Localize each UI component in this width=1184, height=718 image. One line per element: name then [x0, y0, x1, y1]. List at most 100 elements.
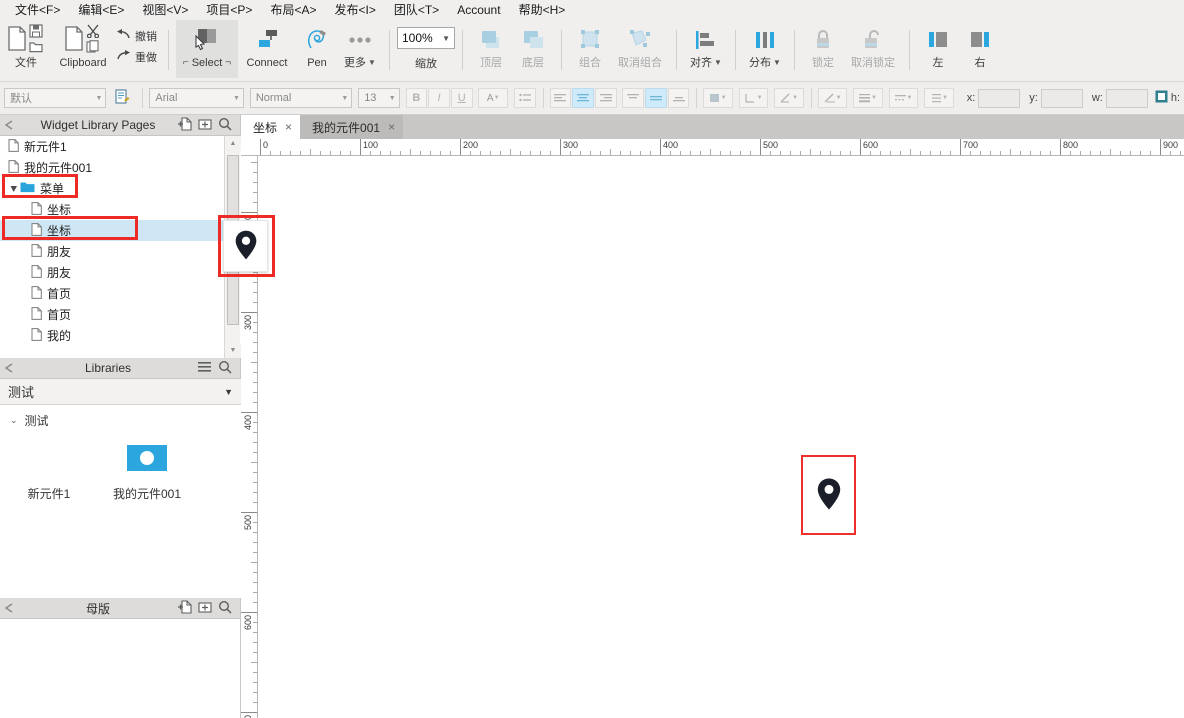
collapse-icon[interactable] [0, 603, 18, 613]
menu-item-layout[interactable]: 布局<A> [261, 1, 325, 19]
distribute-button[interactable]: 分布 ▼ [743, 20, 787, 78]
align-right-button[interactable]: 右 [959, 20, 1001, 78]
clipboard-toolbar-button[interactable]: Clipboard [52, 20, 114, 78]
tree-item-5[interactable]: 朋友 [0, 241, 241, 262]
tab-label: 我的元件001 [312, 119, 380, 136]
horizontal-ruler[interactable]: 0100200300400500600700800900 [241, 139, 1184, 156]
tree-item-0[interactable]: 新元件1 [0, 136, 241, 157]
bring-front-button[interactable]: 顶层 [470, 20, 512, 78]
tree-item-4[interactable]: 坐标 [0, 220, 241, 241]
menu-item-view[interactable]: 视图<V> [133, 1, 197, 19]
menu-item-help[interactable]: 帮助<H> [510, 1, 575, 19]
ruler-tick [360, 139, 361, 155]
align-left-button[interactable]: 左 [917, 20, 959, 78]
selected-pin-widget[interactable] [801, 455, 856, 535]
search-icon[interactable] [218, 117, 232, 134]
underline-button[interactable]: U [451, 88, 473, 108]
line-width-button[interactable]: ▼ [818, 88, 848, 108]
menu-item-project[interactable]: 项目<P> [197, 1, 261, 19]
tab-1[interactable]: 我的元件001 × [300, 115, 403, 139]
design-canvas[interactable] [258, 156, 1184, 718]
font-weight-select[interactable]: Normal ▼ [250, 88, 352, 108]
valign-middle-button[interactable] [645, 88, 667, 108]
open-folder-icon [29, 41, 43, 56]
tree-item-8[interactable]: 首页 [0, 304, 241, 325]
hamburger-icon[interactable] [198, 361, 212, 376]
twisty-icon[interactable] [8, 185, 20, 193]
menu-item-team[interactable]: 团队<T> [385, 1, 448, 19]
library-item-0[interactable]: 新元件1 [0, 443, 98, 502]
library-section-header[interactable]: ⌄ 测试 [0, 405, 241, 429]
line-style-button[interactable]: ▼ [853, 88, 883, 108]
select-tool-button[interactable]: ⌐ Select ¬ [176, 20, 238, 78]
align-text-left-button[interactable] [550, 88, 572, 108]
tree-item-3[interactable]: 坐标 [0, 199, 241, 220]
add-page-icon[interactable] [178, 117, 192, 134]
ruler-tick [253, 422, 257, 423]
style-select[interactable]: 默认 ▼ [4, 88, 106, 108]
search-icon[interactable] [218, 600, 232, 617]
library-select[interactable]: 测试 ▼ [0, 379, 241, 405]
tree-item-2[interactable]: 菜单 [0, 178, 241, 199]
add-page-icon[interactable] [178, 600, 192, 617]
tree-item-6[interactable]: 朋友 [0, 262, 241, 283]
copy-icon [86, 40, 100, 57]
more-tools-button[interactable]: 更多 ▼ [338, 20, 382, 78]
lock-aspect-icon[interactable] [1155, 90, 1168, 106]
fill-color-button[interactable]: ▼ [703, 88, 733, 108]
font-color-button[interactable]: A ▼ [478, 88, 508, 108]
tree-item-7[interactable]: 首页 [0, 283, 241, 304]
tab-0[interactable]: 坐标 × [241, 115, 300, 139]
undo-button[interactable]: 撤销 [116, 28, 157, 44]
bullet-list-button[interactable] [514, 88, 536, 108]
font-size-select[interactable]: 13 ▼ [358, 88, 399, 108]
unlock-button[interactable]: 取消锁定 [844, 20, 902, 78]
lock-button[interactable]: 锁定 [802, 20, 844, 78]
align-button[interactable]: 对齐 ▼ [684, 20, 728, 78]
ungroup-button[interactable]: 取消组合 [611, 20, 669, 78]
line-color-button[interactable]: ▼ [774, 88, 804, 108]
x-input[interactable] [978, 89, 1020, 108]
font-family-select[interactable]: Arial ▼ [149, 88, 244, 108]
ruler-label: 600 [863, 140, 878, 150]
bold-button[interactable]: B [406, 88, 428, 108]
pen-tool-button[interactable]: Pen [296, 20, 338, 78]
search-icon[interactable] [218, 360, 232, 377]
close-icon[interactable]: × [285, 120, 292, 134]
menu-item-file[interactable]: 文件<F> [6, 1, 69, 19]
align-text-right-button[interactable] [595, 88, 617, 108]
redo-button[interactable]: 重做 [116, 49, 157, 65]
connect-tool-button[interactable]: Connect [238, 20, 296, 78]
group-button[interactable]: 组合 [569, 20, 611, 78]
pages-tree[interactable]: 新元件1我的元件001菜单坐标坐标朋友朋友首页首页我的 [0, 136, 241, 358]
valign-top-button[interactable] [622, 88, 644, 108]
library-item-1[interactable]: 我的元件001 [98, 443, 196, 502]
chevron-down-icon: ▼ [942, 95, 948, 101]
arrow-style-button[interactable]: ▼ [924, 88, 954, 108]
close-icon[interactable]: × [388, 120, 395, 134]
line-dash-button[interactable]: ▼ [889, 88, 919, 108]
collapse-icon[interactable] [0, 363, 18, 373]
w-input[interactable] [1106, 89, 1148, 108]
tree-item-9[interactable]: 我的 [0, 325, 241, 346]
y-input[interactable] [1041, 89, 1083, 108]
menu-item-account[interactable]: Account [448, 1, 509, 19]
file-toolbar-button[interactable]: 文件 [0, 20, 52, 78]
menu-item-edit[interactable]: 编辑<E> [69, 1, 133, 19]
send-back-button[interactable]: 底层 [512, 20, 554, 78]
tree-item-1[interactable]: 我的元件001 [0, 157, 241, 178]
italic-button[interactable]: I [428, 88, 450, 108]
style-manager-icon[interactable] [114, 89, 130, 108]
menu-item-publish[interactable]: 发布<I> [325, 1, 384, 19]
scroll-up-arrow[interactable]: ▲ [225, 136, 241, 151]
scroll-down-arrow[interactable]: ▼ [225, 343, 241, 358]
valign-bottom-button[interactable] [668, 88, 690, 108]
ruler-tick [560, 139, 561, 155]
collapse-icon[interactable] [0, 120, 18, 130]
add-folder-icon[interactable] [198, 600, 212, 617]
add-folder-icon[interactable] [198, 117, 212, 134]
zoom-select[interactable]: 100% ▼ [397, 27, 455, 49]
align-text-center-button[interactable] [572, 88, 594, 108]
shadow-button[interactable]: ▼ [739, 88, 769, 108]
ruler-tick [1020, 151, 1021, 155]
